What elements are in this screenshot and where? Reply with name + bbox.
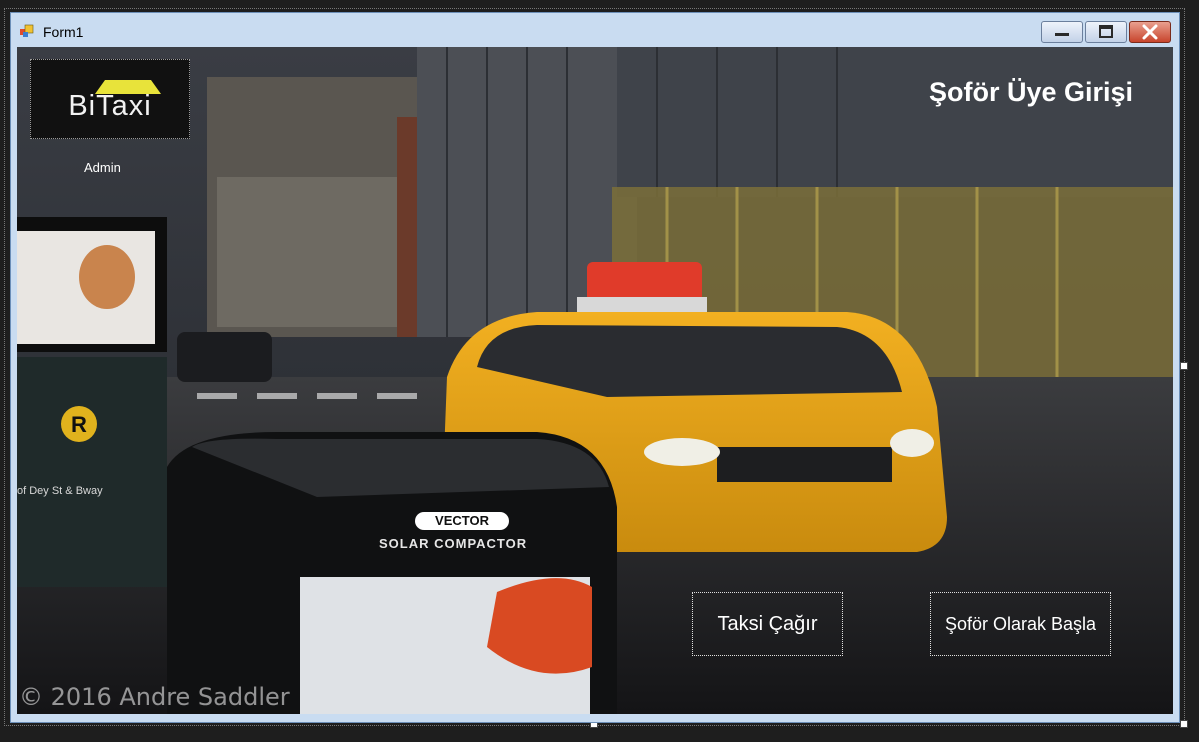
close-button[interactable] [1129, 21, 1171, 43]
resize-handle-corner[interactable] [1180, 720, 1188, 728]
resize-handle-right[interactable] [1180, 362, 1188, 370]
photo-copyright: © 2016 Andre Saddler [19, 683, 290, 711]
logo-text: BiTaxi [68, 90, 152, 122]
maximize-button[interactable] [1085, 21, 1127, 43]
page-title: Şoför Üye Girişi [929, 77, 1134, 107]
close-icon [1142, 24, 1158, 40]
maximize-icon [1099, 25, 1113, 38]
compactor-brand: VECTOR [415, 512, 509, 530]
form-window: Form1 VECTOR SOLAR COMPACTOR R of Dey St… [10, 12, 1180, 723]
start-driver-button[interactable]: Şoför Olarak Başla [930, 592, 1111, 656]
form-app-icon [20, 24, 34, 37]
title-bar[interactable]: Form1 [11, 13, 1179, 48]
minimize-button[interactable] [1041, 21, 1083, 43]
form-client-area: VECTOR SOLAR COMPACTOR R of Dey St & Bwa… [17, 47, 1173, 714]
admin-label[interactable]: Admin [84, 160, 121, 175]
bitaxi-logo: BiTaxi [30, 59, 190, 139]
billboard-text: of Dey St & Bway [17, 485, 103, 497]
minimize-icon [1055, 33, 1069, 36]
compactor-label: SOLAR COMPACTOR [379, 536, 528, 551]
billboard-letter: R [71, 412, 87, 437]
call-taxi-button[interactable]: Taksi Çağır [692, 592, 843, 656]
window-title: Form1 [43, 24, 84, 40]
